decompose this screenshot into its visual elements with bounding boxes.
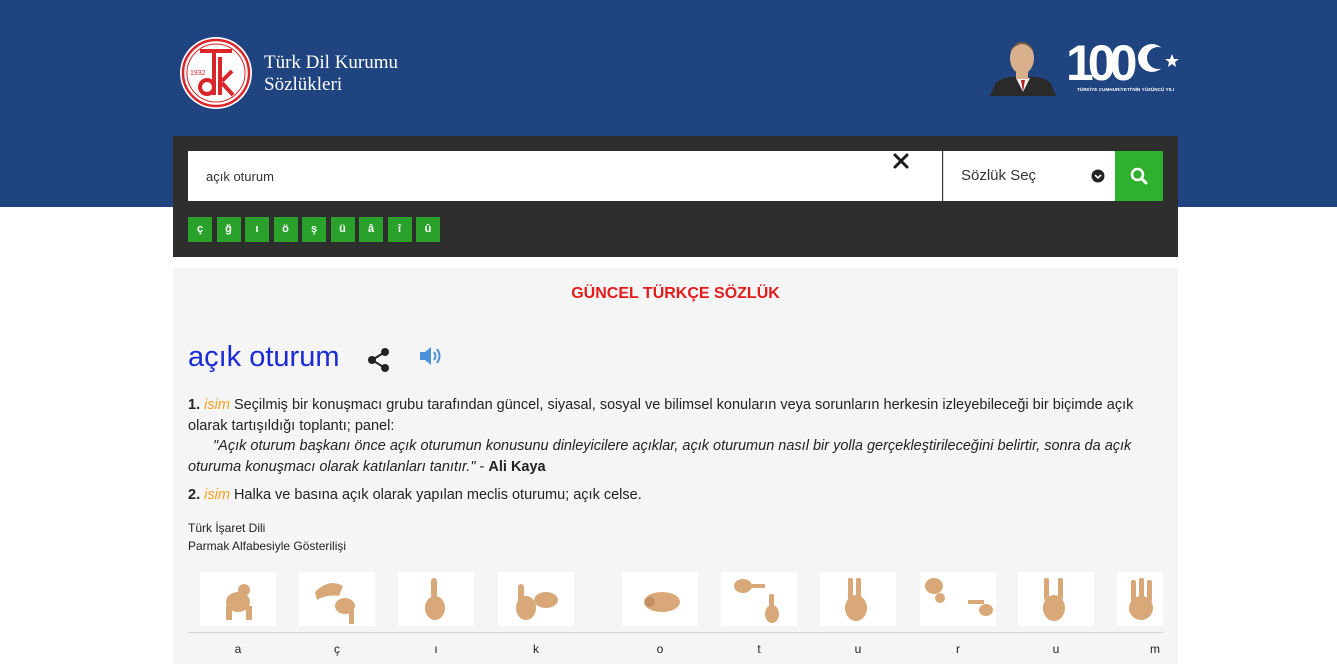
centennial-caption: TÜRKİYE CUMHURİYETİ'NİN YÜZÜNCÜ YILI [1077, 87, 1175, 92]
hand-sign-image [498, 572, 574, 626]
finger-spelling-strip: a ç ı k o t u r u m [188, 572, 1163, 664]
sign-letter: a [234, 642, 242, 656]
hand-sign-image [1018, 572, 1094, 626]
part-of-speech: isim [204, 397, 230, 413]
headword: açık oturum [188, 341, 340, 373]
sign-letter: k [533, 642, 539, 656]
sign-letter: t [757, 642, 761, 656]
search-icon [1130, 167, 1148, 185]
sign-letter: u [854, 642, 862, 656]
sign-letter: r [956, 642, 960, 656]
search-input[interactable] [188, 151, 888, 201]
hand-sign-image [721, 572, 797, 626]
char-button-c-cedilla[interactable]: ç [188, 217, 212, 242]
meaning-number: 2. [188, 487, 201, 503]
search-panel: Sözlük Seç ç ğ ı ö ş ü â î û [173, 136, 1178, 257]
char-button-i-circumflex[interactable]: î [387, 217, 412, 242]
tdk-logo[interactable]: 1932 [178, 35, 254, 111]
chevron-down-icon [1091, 169, 1105, 183]
dictionary-title: GÜNCEL TÜRKÇE SÖZLÜK [571, 285, 780, 302]
result-panel: GÜNCEL TÜRKÇE SÖZLÜK açık oturum 1. isim… [173, 268, 1178, 664]
speaker-icon[interactable] [418, 345, 444, 367]
example-sentence: "Açık oturum başkanı önce açık oturumun … [188, 436, 1168, 478]
dictionary-select-label: Sözlük Seç [961, 167, 1037, 184]
search-button[interactable] [1115, 151, 1163, 201]
finger-spelling-label: Parmak Alfabesiyle Gösterilişi [188, 539, 347, 553]
char-button-a-circumflex[interactable]: â [359, 217, 383, 242]
divider [188, 632, 1163, 633]
meaning-2: 2. isim Halka ve basına açık olarak yapı… [188, 485, 1168, 506]
sign-letter: u [1052, 642, 1060, 656]
meaning-1: 1. isim Seçilmiş bir konuşmacı grubu tar… [188, 395, 1168, 437]
meaning-text: Seçilmiş bir konuşmacı grubu tarafından … [188, 397, 1134, 434]
brand-name[interactable]: Türk Dil Kurumu Sözlükleri [264, 52, 398, 96]
hand-sign-image [299, 572, 375, 626]
hand-sign-image [200, 572, 276, 626]
hand-sign-image [398, 572, 474, 626]
svg-text:1932: 1932 [190, 70, 206, 77]
svg-text:100: 100 [1066, 35, 1136, 91]
close-icon[interactable] [891, 151, 911, 171]
dictionary-select[interactable]: Sözlük Seç [943, 151, 1115, 201]
part-of-speech: isim [204, 487, 230, 503]
char-button-dotless-i[interactable]: ı [245, 217, 269, 242]
brand-line-1: Türk Dil Kurumu [264, 52, 399, 73]
char-button-u-umlaut[interactable]: ü [330, 217, 355, 242]
hand-sign-image [920, 572, 996, 626]
sign-letter: m [1150, 642, 1160, 656]
example-author: Ali Kaya [488, 459, 546, 475]
sign-letter: o [656, 642, 664, 656]
ataturk-portrait [990, 42, 1056, 96]
search-box [188, 151, 942, 201]
char-button-g-breve[interactable]: ğ [216, 217, 241, 242]
char-button-s-cedilla[interactable]: ş [302, 217, 326, 242]
sign-letter: ç [334, 642, 340, 656]
char-button-o-umlaut[interactable]: ö [273, 217, 298, 242]
meaning-number: 1. [188, 397, 201, 413]
example-text: "Açık oturum başkanı önce açık oturumun … [188, 438, 1132, 475]
hand-sign-image [622, 572, 698, 626]
hand-sign-image [820, 572, 896, 626]
brand-line-2: Sözlükleri [264, 74, 343, 95]
example-separator: - [475, 459, 489, 475]
sign-letter: ı [434, 642, 438, 656]
sign-language-label: Türk İşaret Dili [188, 521, 266, 535]
hand-sign-image [1117, 572, 1163, 626]
share-icon[interactable] [366, 347, 392, 373]
char-button-u-circumflex[interactable]: û [416, 217, 440, 242]
meaning-text: Halka ve basına açık olarak yapılan mecl… [233, 487, 642, 503]
